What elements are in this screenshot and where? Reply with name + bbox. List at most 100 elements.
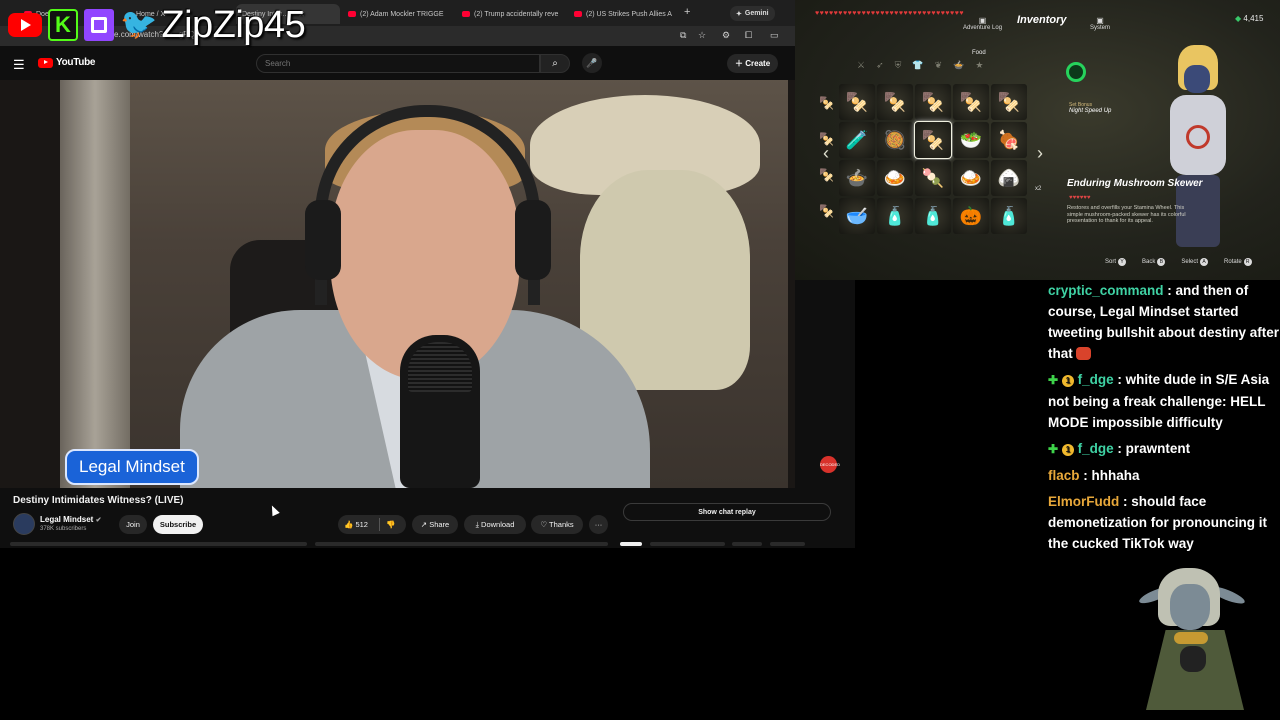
share-label: Share bbox=[429, 520, 450, 529]
search-input[interactable] bbox=[256, 54, 540, 73]
chat-username[interactable]: f_dge bbox=[1078, 441, 1114, 456]
tab-adam-mockler[interactable]: (2) Adam Mockler TRIGGE ✕ bbox=[342, 4, 454, 24]
tab-inventory[interactable]: Inventory bbox=[1017, 14, 1067, 26]
food-slot-selected[interactable]: 🍢 bbox=[914, 121, 952, 159]
thumbs-down-icon[interactable]: 👎 bbox=[386, 515, 395, 534]
more-actions-button[interactable]: ··· bbox=[589, 515, 608, 534]
extension-icon[interactable]: ⚙ bbox=[722, 30, 730, 41]
side-item-icon[interactable]: 🍢 bbox=[819, 168, 834, 182]
page-left-arrow-icon[interactable]: ‹ bbox=[823, 143, 829, 164]
food-slot[interactable]: 🧴 bbox=[915, 198, 951, 234]
side-item-icon[interactable]: 🍢 bbox=[819, 204, 834, 218]
create-button[interactable]: ＋ Create bbox=[727, 54, 779, 73]
like-button[interactable]: 👍 512 👎 bbox=[338, 515, 406, 534]
stream-chat: cryptic_command : and then of course, Le… bbox=[1048, 280, 1280, 559]
food-slot[interactable]: 🧪 bbox=[839, 122, 875, 158]
menu-icon[interactable]: ☰ bbox=[13, 57, 25, 73]
twitter-bird-icon: 🐦 bbox=[120, 8, 158, 41]
page-right-arrow-icon[interactable]: › bbox=[1037, 143, 1043, 164]
tab-trump[interactable]: (2) Trump accidentally reve ✕ bbox=[456, 4, 568, 24]
food-slot[interactable]: 🥗 bbox=[953, 122, 989, 158]
gemini-button[interactable]: ✦ Gemini bbox=[730, 6, 775, 21]
chip-placeholder[interactable] bbox=[315, 542, 608, 546]
prompt-back: Back B bbox=[1142, 258, 1166, 266]
bow-icon[interactable]: ➶ bbox=[876, 60, 884, 71]
recommendation-chips bbox=[10, 541, 855, 548]
food-slot[interactable]: 🥣 bbox=[839, 198, 875, 234]
food-slot[interactable]: 🎃 bbox=[953, 198, 989, 234]
chat-username[interactable]: ElmorFudd bbox=[1048, 494, 1119, 509]
like-divider bbox=[379, 518, 380, 531]
material-icon[interactable]: ❦ bbox=[935, 60, 943, 71]
character-mask bbox=[1184, 65, 1210, 93]
armor-icon[interactable]: 👕 bbox=[912, 60, 923, 71]
prompt-sort: Sort Y bbox=[1105, 258, 1127, 266]
thanks-button[interactable]: ♡ Thanks bbox=[531, 515, 583, 534]
download-button[interactable]: ⤓ Download bbox=[464, 515, 526, 534]
sword-icon[interactable]: ⚔ bbox=[857, 60, 865, 71]
food-slot[interactable]: 🍖 bbox=[991, 122, 1027, 158]
food-slot[interactable]: 🍢 bbox=[877, 84, 913, 120]
food-slot[interactable]: 🍛 bbox=[877, 160, 913, 196]
food-icon[interactable]: 🍲 bbox=[953, 60, 964, 71]
headphone-right-cup bbox=[515, 200, 551, 280]
search-button[interactable]: ⌕ bbox=[540, 54, 570, 73]
video-player[interactable]: Legal Mindset bbox=[0, 80, 795, 488]
show-chat-replay-button[interactable]: Show chat replay bbox=[623, 503, 831, 521]
key-item-icon[interactable]: ★ bbox=[975, 60, 983, 71]
tab-system[interactable]: ▣ System bbox=[1090, 16, 1110, 31]
subscriber-badge-icon: 1 bbox=[1061, 444, 1074, 456]
food-slot[interactable]: 🍢 bbox=[991, 84, 1027, 120]
rec-badge: DECODED bbox=[820, 456, 840, 473]
youtube-home-logo[interactable]: YouTube bbox=[38, 57, 96, 68]
food-slot[interactable]: 🥘 bbox=[877, 122, 913, 158]
avatar-collar bbox=[1174, 632, 1208, 644]
join-button[interactable]: Join bbox=[119, 515, 147, 534]
food-slot[interactable]: 🍡 bbox=[915, 160, 951, 196]
food-slot[interactable]: 🍢 bbox=[915, 84, 951, 120]
button-prompts: Sort Y Back B Select A Rotate R bbox=[1105, 258, 1252, 266]
health-hearts: ♥♥♥♥♥♥♥♥♥♥♥♥♥♥♥♥♥♥♥♥♥♥♥♥♥♥♥♥♥♥♥♥ bbox=[815, 10, 964, 17]
sidebar-icon[interactable]: ▭ bbox=[770, 30, 779, 41]
chat-username[interactable]: f_dge bbox=[1078, 372, 1114, 387]
thanks-heart-icon: ♡ bbox=[540, 520, 548, 529]
food-slot[interactable]: 🍢 bbox=[953, 84, 989, 120]
set-bonus-ring-icon bbox=[1066, 62, 1086, 82]
microphone-icon: 🎤 bbox=[586, 58, 598, 68]
chip-placeholder[interactable] bbox=[770, 542, 805, 546]
share-button[interactable]: ↗ Share bbox=[412, 515, 458, 534]
puzzle-icon[interactable]: ⧠ bbox=[745, 30, 752, 41]
chat-username[interactable]: flacb bbox=[1048, 468, 1080, 483]
chat-username[interactable]: cryptic_command bbox=[1048, 283, 1164, 298]
channel-avatar[interactable] bbox=[13, 513, 35, 535]
side-item-icon[interactable]: 🍢 bbox=[819, 96, 834, 110]
share-icon: ↗ bbox=[420, 520, 428, 529]
voice-search-button[interactable]: 🎤 bbox=[582, 53, 602, 73]
chip-placeholder[interactable] bbox=[10, 542, 307, 546]
chat-text: prawntent bbox=[1125, 441, 1191, 456]
tab-label: System bbox=[1090, 25, 1111, 31]
food-slot[interactable]: 🍛 bbox=[953, 160, 989, 196]
food-slot[interactable]: 🧴 bbox=[877, 198, 913, 234]
youtube-header: ☰ YouTube ⌕ 🎤 ＋ Create bbox=[0, 46, 795, 80]
verified-check-icon: ✔ bbox=[95, 517, 102, 524]
food-slot[interactable]: 🍢 bbox=[839, 84, 875, 120]
install-app-icon[interactable]: ⧉ bbox=[680, 30, 686, 41]
food-slot[interactable]: 🧴 bbox=[991, 198, 1027, 234]
food-slot[interactable]: 🍙 bbox=[991, 160, 1027, 196]
channel-name[interactable]: Legal Mindset ✔ bbox=[40, 515, 101, 524]
download-label: Download bbox=[481, 520, 515, 529]
chip-placeholder[interactable] bbox=[732, 542, 762, 546]
tab-adventure-log[interactable]: ▣ Adventure Log bbox=[963, 16, 1002, 31]
food-slot[interactable]: 🍲 bbox=[839, 160, 875, 196]
new-tab-button[interactable]: + bbox=[684, 6, 690, 18]
chip-placeholder[interactable] bbox=[650, 542, 725, 546]
a-button-icon: A bbox=[1200, 258, 1209, 266]
chip-all[interactable] bbox=[620, 542, 642, 546]
shield-icon[interactable]: ⛨ bbox=[895, 60, 902, 71]
bookmark-star-icon[interactable]: ☆ bbox=[698, 30, 706, 41]
subscribe-button[interactable]: Subscribe bbox=[153, 515, 203, 534]
tab-us-strikes[interactable]: (2) US Strikes Push Allies A ✕ bbox=[568, 4, 680, 24]
verified-badge-icon: ✚ bbox=[1048, 373, 1059, 387]
mouse-cursor-icon bbox=[268, 503, 280, 517]
